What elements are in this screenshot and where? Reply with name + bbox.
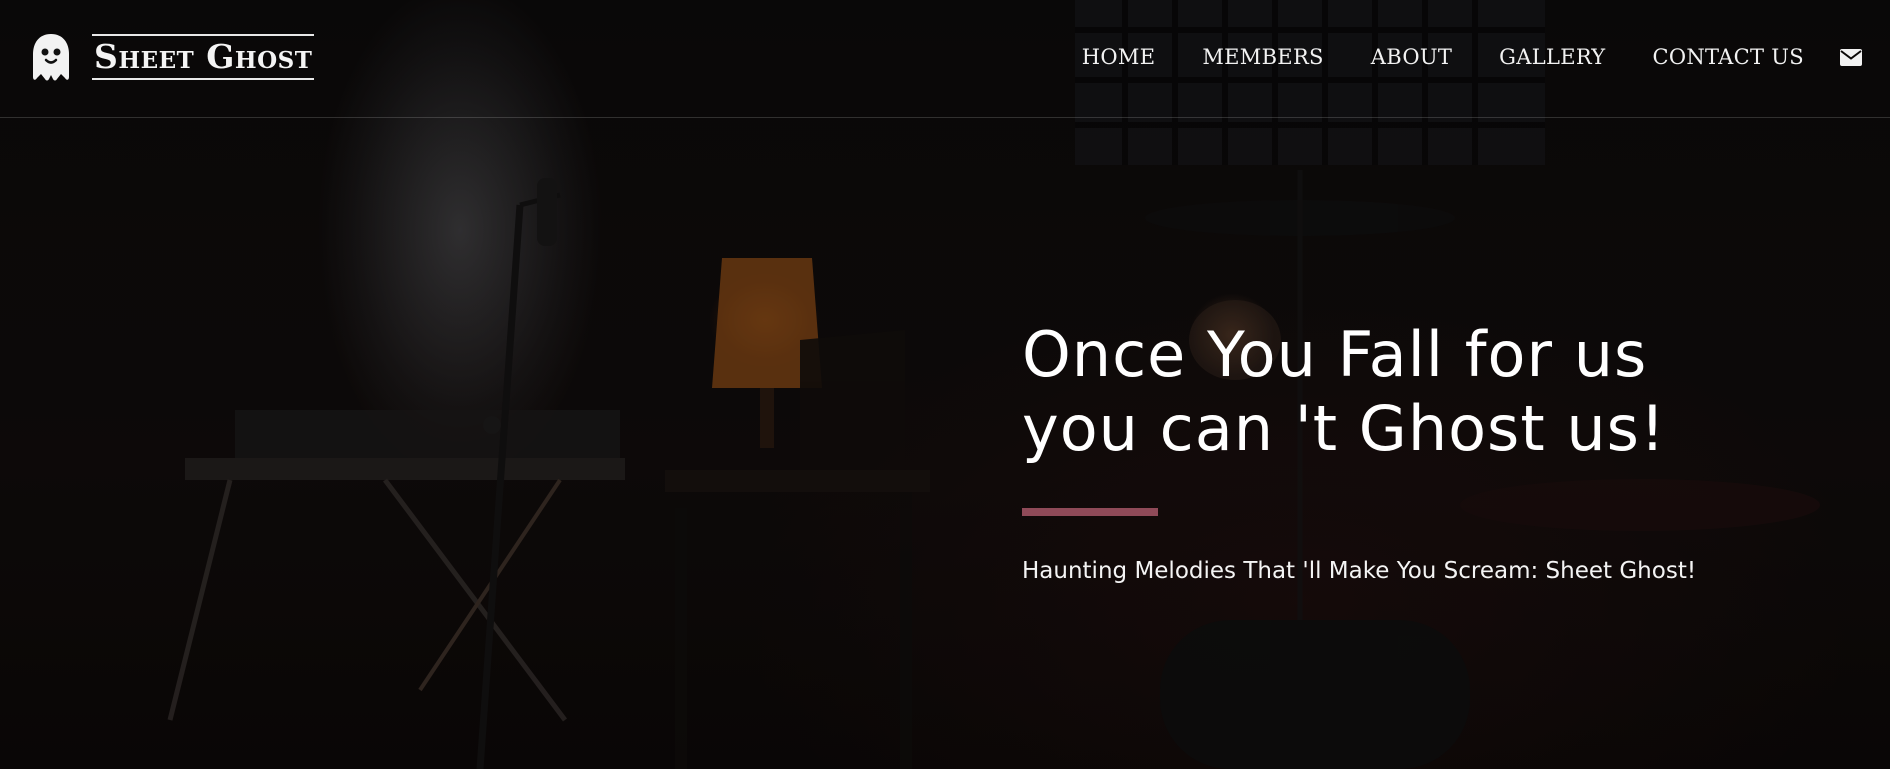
hero-accent-bar xyxy=(1022,508,1158,516)
brand-logo[interactable]: Sheet Ghost xyxy=(28,28,315,86)
hero-content: Once You Fall for us you can 't Ghost us… xyxy=(1022,318,1842,586)
hero-subtitle: Haunting Melodies That 'll Make You Scre… xyxy=(1022,558,1697,584)
nav-item-home[interactable]: HOME xyxy=(1082,44,1156,70)
nav-item-members[interactable]: MEMBERS xyxy=(1202,44,1323,70)
envelope-icon[interactable] xyxy=(1840,48,1862,66)
nav-item-gallery[interactable]: GALLERY xyxy=(1499,44,1605,70)
hero-title-line2: you can 't Ghost us! xyxy=(1022,392,1666,465)
nav-item-about[interactable]: ABOUT xyxy=(1371,44,1452,70)
hero-title: Once You Fall for us you can 't Ghost us… xyxy=(1022,318,1842,466)
brand-name: Sheet Ghost xyxy=(92,34,315,80)
main-nav: HOME MEMBERS ABOUT GALLERY CONTACT US xyxy=(1082,44,1862,70)
site-header: Sheet Ghost HOME MEMBERS ABOUT GALLERY C… xyxy=(0,0,1890,118)
nav-item-contact-us[interactable]: CONTACT US xyxy=(1652,44,1804,70)
ghost-icon xyxy=(33,34,69,81)
hero-title-line1: Once You Fall for us xyxy=(1022,318,1648,391)
